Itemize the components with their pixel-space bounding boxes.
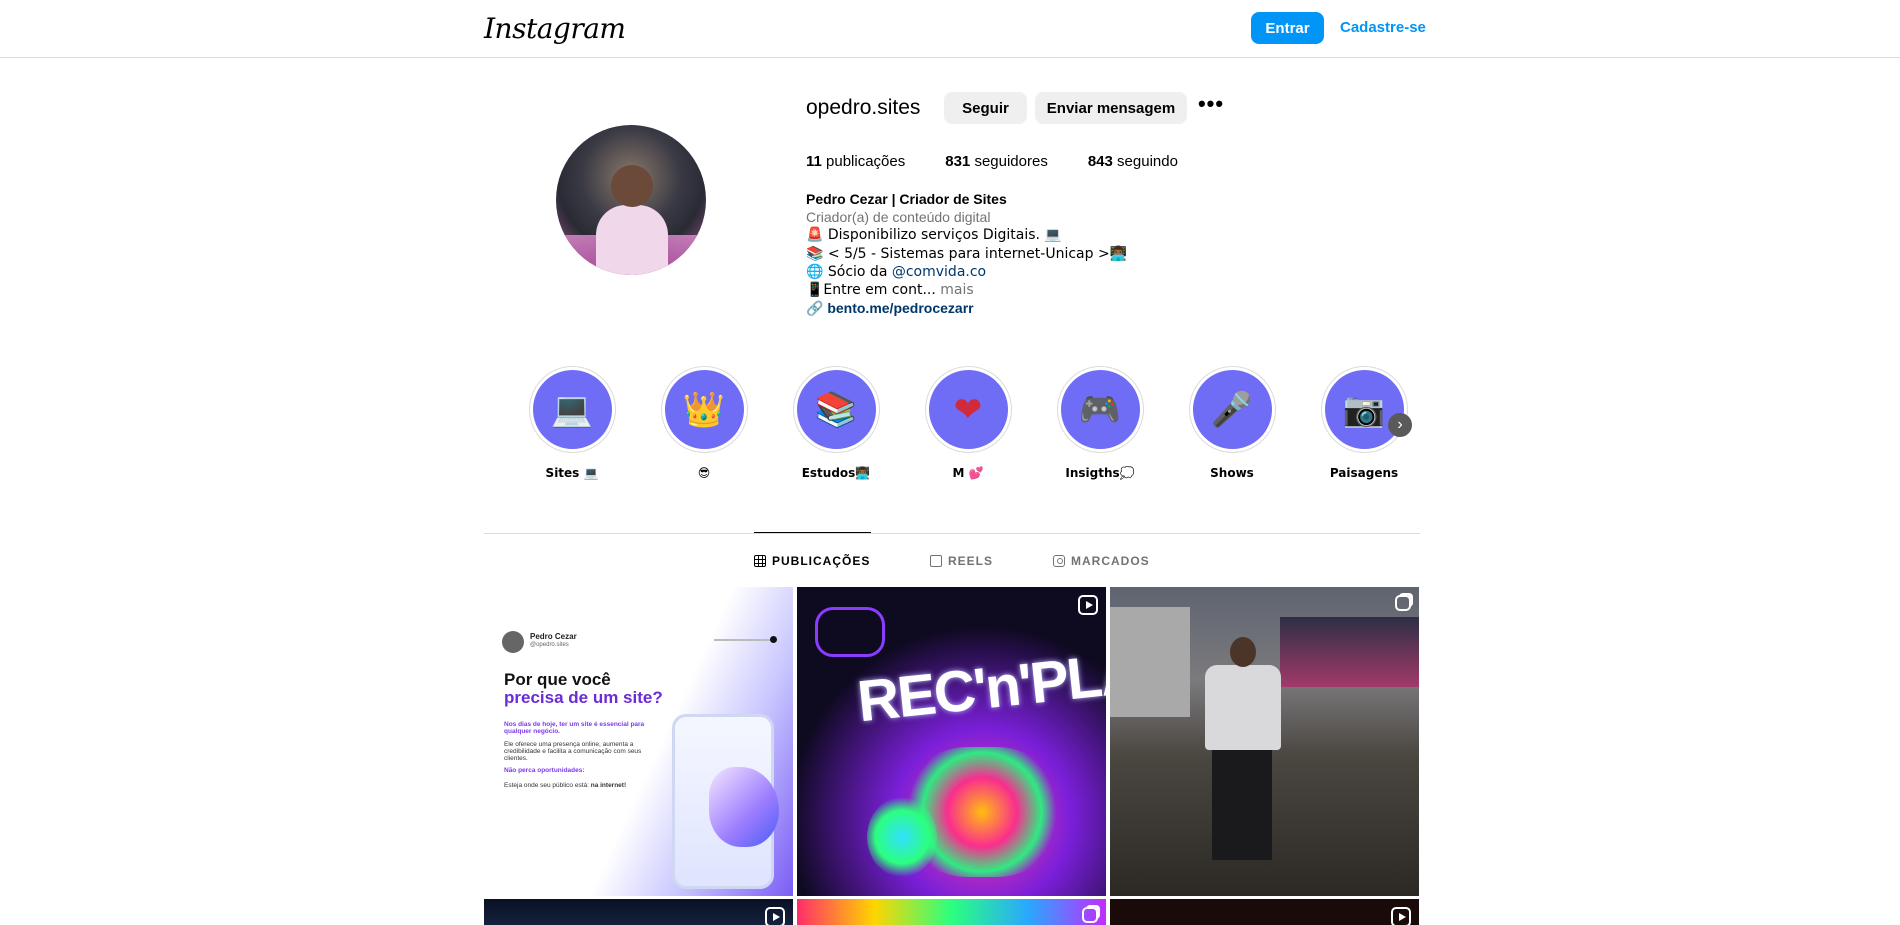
- highlight-icon: 🎮: [1060, 370, 1140, 449]
- highlight-icon: 📚: [796, 370, 876, 449]
- profile-stats: 11 publicações 831 seguidores 843 seguin…: [806, 153, 1218, 170]
- profile-username: opedro.sites: [806, 96, 921, 119]
- tabs-divider: [484, 533, 1420, 534]
- highlight-icon: 👑: [664, 370, 744, 449]
- post-tile-5[interactable]: [797, 899, 1106, 925]
- reel-icon: [1391, 907, 1411, 925]
- bio-full-name: Pedro Cezar | Criador de Sites: [806, 191, 1007, 207]
- bio-mention-link[interactable]: @comvida.co: [892, 264, 986, 280]
- post-tile-1[interactable]: Pedro Cezar @opedro.sites Por que você p…: [484, 587, 793, 896]
- send-message-button[interactable]: Enviar mensagem: [1035, 92, 1187, 124]
- tab-tagged[interactable]: MARCADOS: [1053, 554, 1150, 568]
- more-options-icon[interactable]: •••: [1196, 93, 1226, 120]
- instagram-logo[interactable]: Instagram: [484, 12, 626, 45]
- profile-avatar[interactable]: [556, 125, 706, 275]
- carousel-icon: [1395, 595, 1411, 611]
- tab-posts[interactable]: PUBLICAÇÕES: [754, 554, 870, 568]
- highlight-shows[interactable]: 🎤 Shows: [1187, 366, 1277, 480]
- highlight-crown[interactable]: 👑 😎: [659, 366, 749, 480]
- chevron-right-icon[interactable]: ›: [1388, 413, 1412, 437]
- highlight-sites[interactable]: 💻 Sites 💻: [527, 366, 617, 480]
- login-button[interactable]: Entrar: [1251, 12, 1324, 44]
- profile-bio: Pedro Cezar | Criador de Sites Criador(a…: [806, 190, 1226, 318]
- highlight-icon: 💻: [532, 370, 612, 449]
- reel-icon: [765, 907, 785, 925]
- bio-line-3: 🌐 Sócio da @comvida.co: [806, 263, 987, 280]
- highlight-icon: 🎤: [1192, 370, 1272, 449]
- link-icon: 🔗: [806, 301, 824, 318]
- post-tile-2[interactable]: REC'n'PLAY: [797, 587, 1106, 896]
- highlight-m[interactable]: ❤ M 💕: [923, 366, 1013, 480]
- post-tile-4[interactable]: [484, 899, 793, 925]
- grid-icon: [754, 555, 766, 567]
- bio-line-1: 🚨 Disponibilizo serviços Digitais. 💻: [806, 227, 1062, 244]
- bio-line-4: 📱Entre em cont... mais: [806, 282, 974, 299]
- posts-count: 11 publicações: [806, 153, 906, 170]
- bio-more-link[interactable]: mais: [936, 282, 973, 298]
- highlight-insigths[interactable]: 🎮 Insigths💭: [1055, 366, 1145, 480]
- following-count[interactable]: 843 seguindo: [1088, 153, 1178, 170]
- highlight-estudos[interactable]: 📚 Estudos👨🏾‍💻: [791, 366, 881, 480]
- bio-category: Criador(a) de conteúdo digital: [806, 209, 991, 226]
- signup-link[interactable]: Cadastre-se: [1340, 19, 1426, 36]
- tagged-user-icon: [1053, 555, 1065, 567]
- bio-external-link[interactable]: 🔗 bento.me/pedrocezarr: [806, 299, 1226, 318]
- carousel-icon: [1082, 907, 1098, 923]
- followers-count[interactable]: 831 seguidores: [945, 153, 1048, 170]
- post-tile-3[interactable]: [1110, 587, 1419, 896]
- reel-icon: [1078, 595, 1098, 615]
- avatar: [502, 631, 524, 653]
- top-navigation-bar: Instagram Entrar Cadastre-se: [0, 0, 1900, 58]
- follow-button[interactable]: Seguir: [944, 92, 1027, 124]
- highlight-icon: ❤: [928, 370, 1008, 449]
- active-tab-indicator: [754, 532, 871, 533]
- bio-line-2: 📚 < 5/5 - Sistemas para internet-Unicap …: [806, 245, 1128, 262]
- tab-reels[interactable]: REELS: [930, 554, 993, 568]
- post-tile-6[interactable]: [1110, 899, 1419, 925]
- reels-icon: [930, 555, 942, 567]
- highlight-icon: 📷: [1324, 370, 1404, 449]
